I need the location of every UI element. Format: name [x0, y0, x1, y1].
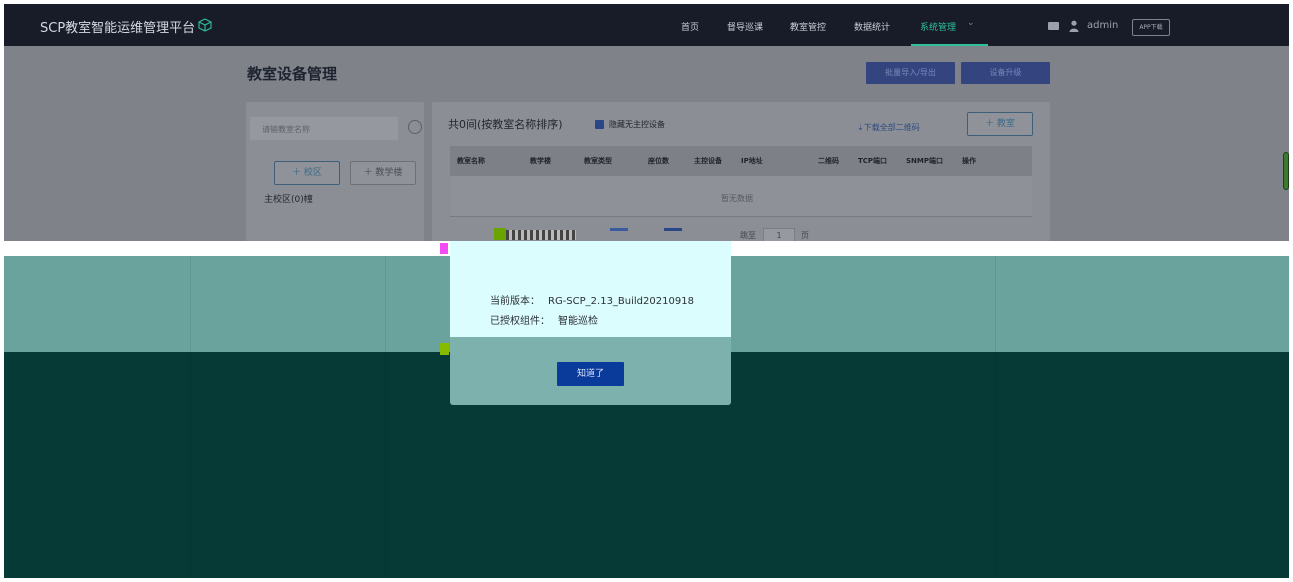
nav-system-management[interactable]: 系统管理 [920, 20, 956, 33]
nav-classroom-control[interactable]: 教室管控 [790, 20, 826, 33]
divider [190, 256, 191, 578]
download-qr-label: 下载全部二维码 [863, 123, 920, 132]
add-classroom-button[interactable]: ＋ 教室 [967, 112, 1033, 136]
nav-statistics[interactable]: 数据统计 [854, 20, 890, 33]
top-navbar: SCP教室智能运维管理平台 首页 督导巡课 教室管控 数据统计 系统管理 ⌄ a… [4, 4, 1289, 47]
version-label: 当前版本： [490, 296, 540, 307]
glitch-block [494, 228, 506, 240]
classroom-count: 共0间(按教室名称排序) [448, 118, 563, 131]
divider [385, 256, 386, 578]
search-input[interactable]: 请输教室名称 [249, 116, 399, 141]
col-master-device: 主控设备 [694, 157, 722, 165]
license-line: 已授权组件： 智能巡检 [490, 312, 598, 327]
glitch-marker-pink [440, 243, 448, 254]
hide-device-checkbox[interactable] [595, 120, 604, 129]
import-export-button[interactable]: 批量导入/导出 [866, 62, 955, 84]
version-line: 当前版本： RG-SCP_2.13_Build20210918 [490, 292, 694, 307]
glitch-strip [506, 230, 576, 240]
license-value: 智能巡检 [558, 316, 598, 327]
ok-button[interactable]: 知道了 [557, 362, 624, 386]
col-classroom-name: 教室名称 [457, 157, 485, 165]
version-dialog: 当前版本： RG-SCP_2.13_Build20210918 已授权组件： 智能巡… [450, 241, 731, 405]
upgrade-button[interactable]: 设备升级 [961, 62, 1050, 84]
campus-item[interactable]: 主校区(0)幢 [264, 192, 313, 205]
nav-inspection[interactable]: 督导巡课 [727, 20, 763, 33]
chevron-down-icon: ⌄ [967, 18, 975, 28]
col-seats: 座位数 [648, 157, 669, 165]
pager-goto-label: 跳至 [740, 231, 756, 240]
app-download-button[interactable]: APP下载 [1132, 19, 1170, 36]
add-building-button[interactable]: ＋ 教学楼 [350, 161, 416, 185]
page-title: 教室设备管理 [247, 65, 338, 83]
col-classroom-type: 教室类型 [584, 157, 612, 165]
col-building: 教学楼 [530, 157, 551, 165]
user-name[interactable]: admin [1087, 20, 1118, 31]
user-icon [1069, 20, 1079, 32]
empty-text: 暂无数据 [721, 194, 753, 203]
col-qrcode: 二维码 [818, 157, 839, 165]
mail-icon[interactable] [1048, 22, 1059, 30]
col-actions: 操作 [962, 157, 976, 165]
brand-title[interactable]: SCP教室智能运维管理平台 [40, 17, 195, 36]
license-label: 已授权组件： [490, 316, 550, 327]
version-value: RG-SCP_2.13_Build20210918 [548, 296, 694, 307]
glitch-mark-2 [664, 228, 682, 231]
scrollbar-handle[interactable] [1283, 152, 1289, 190]
glitch-marker-green [440, 343, 449, 355]
pager-page-label: 页 [801, 231, 809, 240]
divider [995, 256, 996, 578]
nav-home[interactable]: 首页 [681, 20, 699, 33]
cube-icon [198, 18, 212, 32]
search-icon[interactable] [408, 120, 422, 134]
col-snmp-port: SNMP端口 [906, 157, 943, 165]
col-ip: IP地址 [741, 157, 763, 165]
add-campus-button[interactable]: ＋ 校区 [274, 161, 340, 185]
glitch-mark [610, 228, 628, 231]
download-qr-link[interactable]: ⇣下载全部二维码 [857, 122, 920, 133]
col-tcp-port: TCP端口 [858, 157, 888, 165]
hide-device-label[interactable]: 隐藏无主控设备 [609, 119, 665, 130]
